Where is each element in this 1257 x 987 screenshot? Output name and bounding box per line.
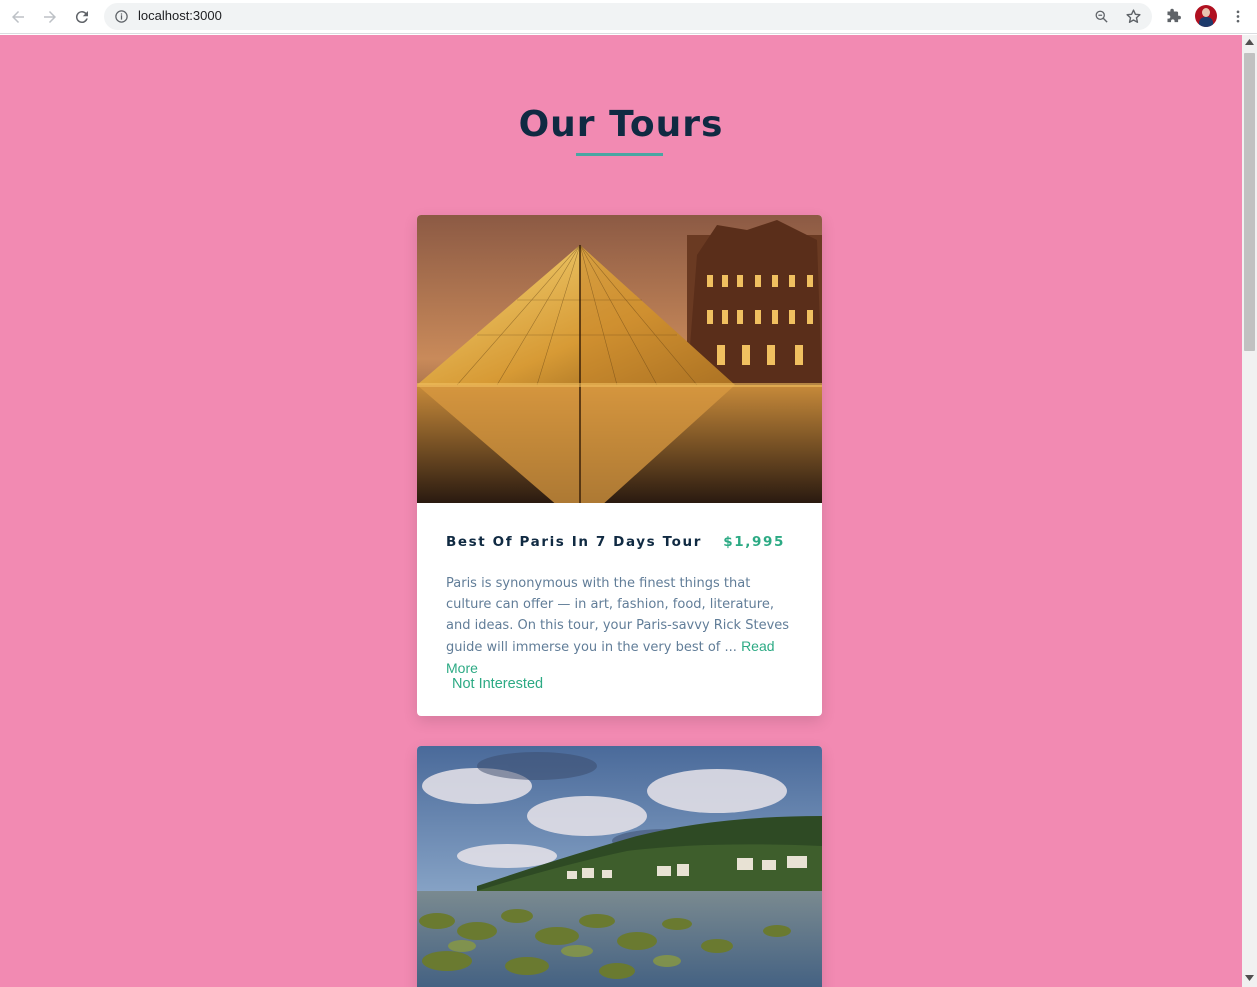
not-interested-button[interactable]: Not Interested (452, 676, 543, 692)
tour-card: Best Of Paris In 7 Days Tour $1,995 Pari… (417, 215, 822, 716)
tour-name: Best Of Paris In 7 Days Tour (446, 534, 702, 550)
scroll-down-icon[interactable] (1245, 975, 1254, 981)
tour-description: Paris is synonymous with the finest thin… (446, 573, 796, 680)
star-icon[interactable] (1125, 8, 1142, 25)
irish-coast-photo-icon (417, 746, 822, 987)
zoom-icon[interactable] (1094, 9, 1109, 24)
forward-button[interactable] (38, 5, 62, 29)
back-button[interactable] (6, 5, 30, 29)
louvre-pyramid-photo-icon (417, 215, 822, 503)
address-bar[interactable]: localhost:3000 (104, 3, 1152, 30)
scrollbar[interactable] (1242, 35, 1257, 987)
extensions-icon[interactable] (1165, 8, 1182, 25)
scrollbar-thumb[interactable] (1244, 53, 1255, 351)
browser-toolbar: localhost:3000 (0, 0, 1257, 34)
page-viewport: Our Tours Best Of Paris In 7 Days Tour $… (0, 35, 1242, 987)
reload-button[interactable] (70, 5, 94, 29)
arrow-left-icon (12, 11, 24, 23)
arrow-right-icon (44, 11, 56, 23)
menu-dots-icon[interactable] (1230, 8, 1246, 25)
info-icon (115, 10, 128, 23)
tour-price: $1,995 (723, 534, 785, 550)
tour-card (417, 746, 822, 987)
avatar-face-icon (1202, 8, 1210, 17)
tour-description-text: Paris is synonymous with the finest thin… (446, 576, 790, 655)
url-text[interactable]: localhost:3000 (138, 8, 222, 23)
avatar-body-icon (1199, 17, 1213, 27)
scroll-up-icon[interactable] (1245, 39, 1254, 45)
avatar[interactable] (1195, 5, 1217, 27)
title-underline (576, 153, 663, 156)
reload-icon (75, 11, 88, 24)
page-title: Our Tours (518, 104, 724, 145)
